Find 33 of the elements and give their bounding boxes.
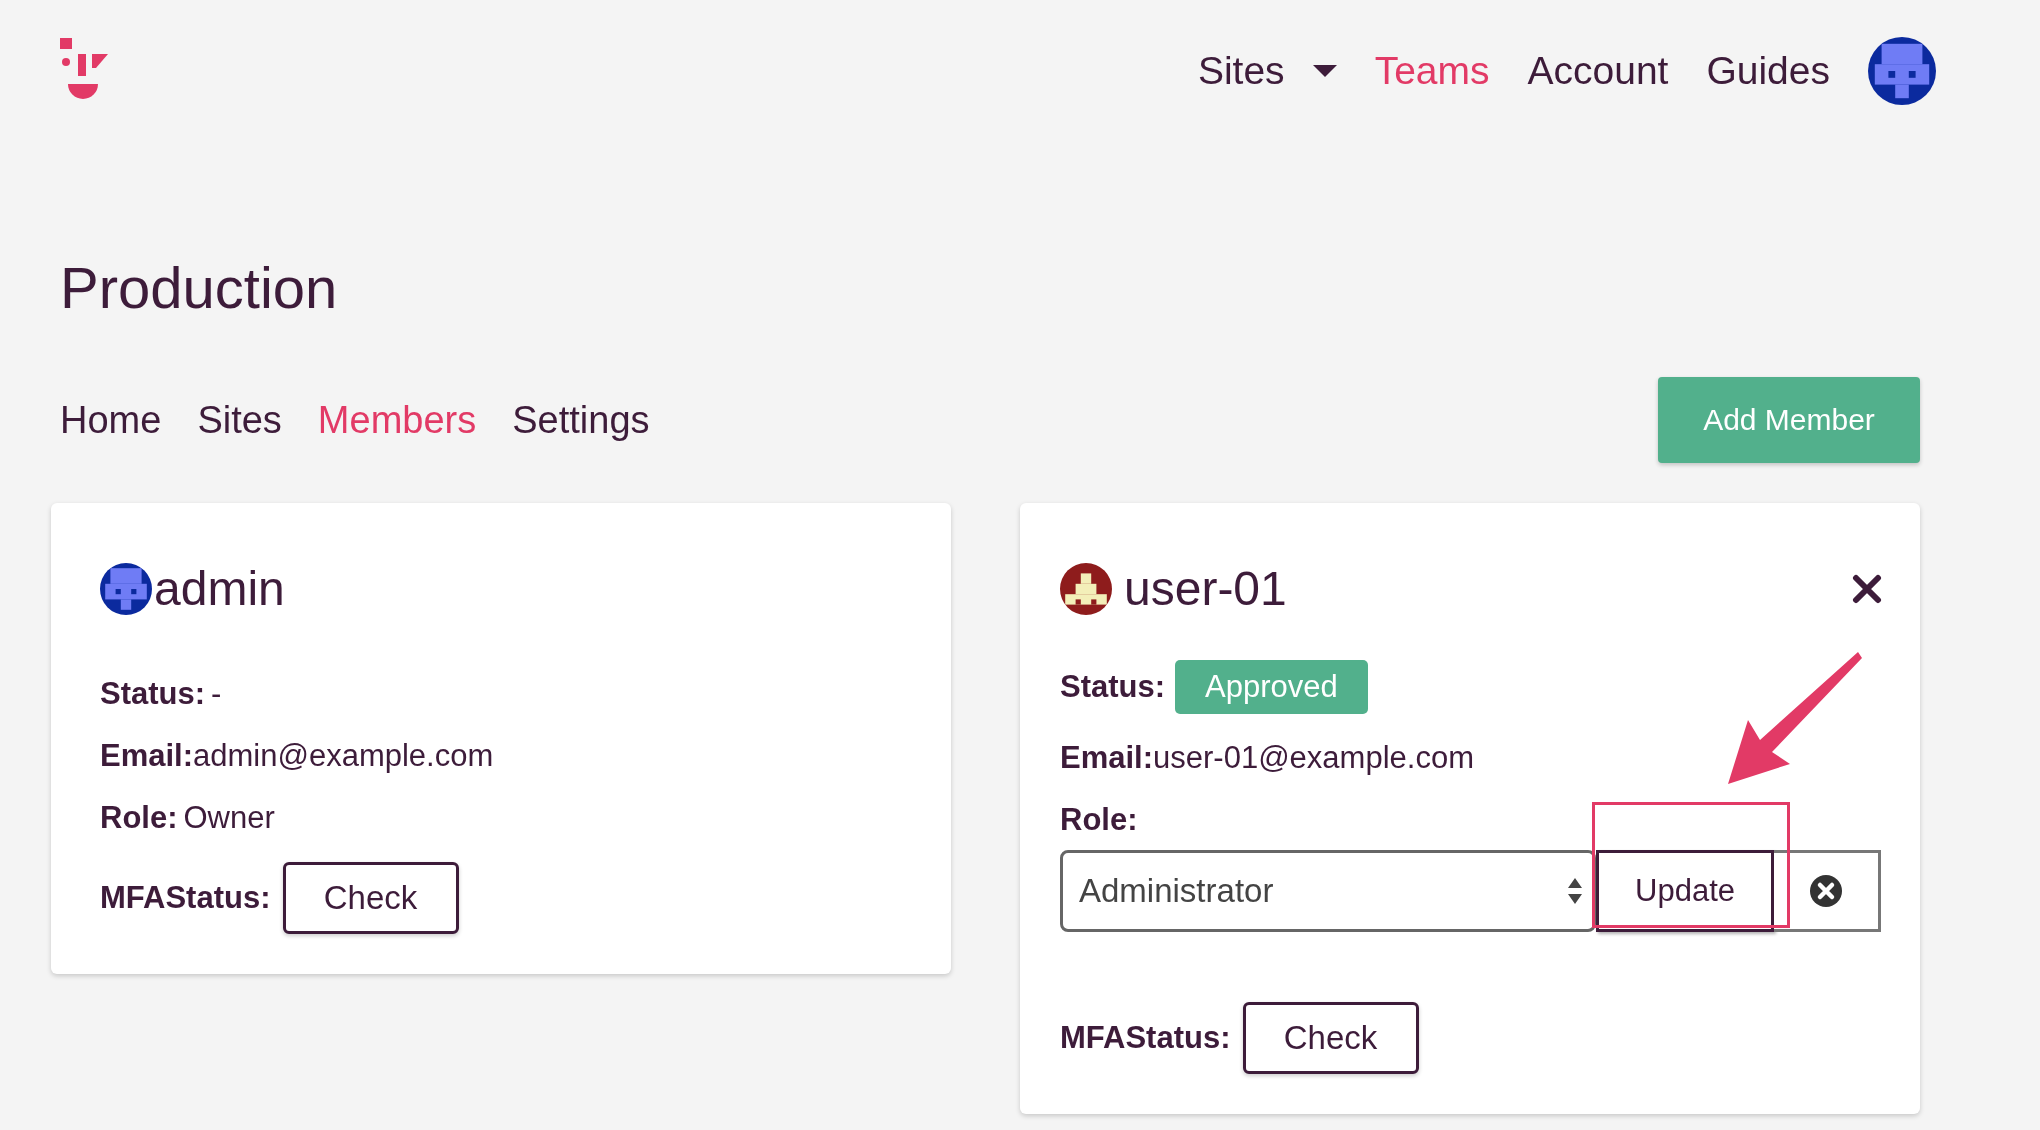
status-badge: Approved — [1175, 660, 1368, 714]
nav-link[interactable]: Guides — [1706, 49, 1830, 93]
check-button[interactable]: Check — [282, 862, 459, 934]
nav-link[interactable]: Teams — [1374, 49, 1490, 93]
tab[interactable]: Home — [60, 398, 162, 442]
role-value: Owner — [183, 800, 275, 836]
email-value: admin@example.com — [193, 738, 494, 774]
member-name: admin — [154, 561, 285, 616]
tab[interactable]: Sites — [197, 398, 282, 442]
caret-icon — [1312, 65, 1337, 77]
status-label: Status: — [100, 676, 206, 712]
role-select[interactable]: Administrator — [1060, 850, 1596, 932]
member-name: user-01 — [1124, 561, 1287, 616]
mfa-status-label: MFAStatus: — [100, 880, 271, 916]
close-icon[interactable] — [1852, 573, 1882, 604]
tab[interactable]: Members — [317, 398, 477, 442]
role-label: Role: — [1060, 802, 1138, 838]
email-label: Email: — [100, 738, 194, 774]
role-label: Role: — [100, 800, 178, 836]
check-button[interactable]: Check — [1242, 1002, 1419, 1074]
page-title: Production — [59, 254, 339, 321]
status-value: - — [211, 676, 222, 712]
email-label: Email: — [1060, 740, 1154, 776]
email-value: user-01@example.com — [1153, 740, 1474, 776]
nav-link[interactable]: Account — [1527, 49, 1669, 93]
clear-button[interactable] — [1774, 850, 1881, 932]
tab[interactable]: Settings — [512, 398, 650, 442]
mfa-status-label: MFAStatus: — [1060, 1020, 1231, 1056]
status-label: Status: — [1060, 669, 1166, 705]
clear-icon — [1810, 875, 1842, 907]
nav-link[interactable]: Sites — [1197, 49, 1337, 93]
update-button[interactable]: Update — [1596, 850, 1774, 932]
sort-arrows-icon — [1567, 876, 1583, 906]
